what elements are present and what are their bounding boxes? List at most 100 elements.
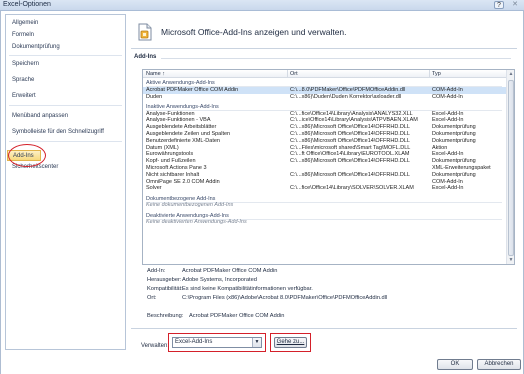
scroll-down-arrow-icon[interactable]: ▼ bbox=[507, 256, 514, 264]
list-empty-note: Keine dokumentbezogenen Add-Ins bbox=[143, 202, 507, 209]
addin-type: Dokumentprüfung bbox=[432, 131, 476, 137]
sidebar-item-menueband[interactable]: Menüband anpassen bbox=[7, 111, 124, 122]
sidebar-item-speichern[interactable]: Speichern bbox=[7, 59, 124, 70]
addin-type: Aktion bbox=[432, 144, 448, 151]
list-empty-note: Keine deaktivierten Anwendungs-Add-Ins bbox=[143, 219, 507, 226]
list-item[interactable]: Eurowährungstools C:\...ft Office\Office1… bbox=[143, 151, 507, 158]
scroll-up-arrow-icon[interactable]: ▲ bbox=[507, 70, 514, 78]
addin-type: Dokumentprüfung bbox=[432, 124, 476, 131]
vertical-scrollbar[interactable]: ▲ ▼ bbox=[506, 70, 514, 264]
page-title: Microsoft Office-Add-Ins anzeigen und ve… bbox=[161, 27, 347, 37]
addin-name: Ausgeblendete Zeilen und Spalten bbox=[146, 131, 231, 137]
sidebar-item-allgemein[interactable]: Allgemein bbox=[7, 18, 124, 29]
list-item[interactable]: Analyse-Funktionen - VBA C:\...ice\Office… bbox=[143, 117, 507, 124]
column-divider[interactable] bbox=[429, 70, 430, 78]
window-title: Excel-Optionen bbox=[3, 1, 51, 8]
help-button[interactable]: ? bbox=[494, 1, 504, 9]
addin-name: Nicht sichtbarer Inhalt bbox=[146, 171, 200, 178]
addin-location: C:\...Files\microsoft shared\Smart Tag\M… bbox=[290, 144, 411, 151]
sidebar-divider bbox=[9, 55, 122, 56]
addin-location: C:\...fice\Office14\Library\SOLVER\SOLVE… bbox=[290, 185, 414, 192]
list-header: Name ↑ Ort Typ bbox=[143, 70, 507, 78]
sidebar-item-formeln[interactable]: Formeln bbox=[7, 30, 124, 41]
sidebar-item-dokumentpruefung[interactable]: Dokumentprüfung bbox=[7, 42, 124, 53]
close-button[interactable]: ✕ bbox=[508, 1, 522, 9]
addins-page-icon bbox=[138, 23, 152, 41]
addin-name: Analyse-Funktionen bbox=[146, 110, 195, 117]
group-label: Keine deaktivierten Anwendungs-Add-Ins bbox=[146, 219, 247, 226]
addin-type: Dokumentprüfung bbox=[432, 158, 476, 165]
list-item[interactable]: Datum (XML) C:\...Files\microsoft shared\… bbox=[143, 145, 507, 152]
list-item[interactable]: Analyse-Funktionen C:\...fice\Office14\Li… bbox=[143, 111, 507, 118]
addin-name: Solver bbox=[146, 185, 162, 192]
list-item[interactable]: Acrobat PDFMaker Office COM Addin C:\...8… bbox=[143, 86, 507, 94]
list-item[interactable]: Kopf- und Fußzeilen C:\...x86)\Microsoft … bbox=[143, 158, 507, 165]
title-bar: Excel-Optionen ? ✕ bbox=[0, 0, 524, 11]
list-group-header: Deaktivierte Anwendungs-Add-Ins bbox=[143, 213, 507, 220]
detail-value-description: Acrobat PDFMaker Office COM Addin bbox=[189, 313, 285, 319]
addin-location: C:\...x86)\Microsoft Office\Office14\OFF… bbox=[290, 158, 410, 165]
detail-value-publisher: Adobe Systems, Incorporated bbox=[182, 277, 257, 283]
addin-name: Datum (XML) bbox=[146, 144, 179, 151]
list-item[interactable]: Ausgeblendete Arbeitsblätter C:\...x86)\M… bbox=[143, 124, 507, 131]
sidebar-divider bbox=[9, 141, 122, 142]
addin-type: Excel-Add-In bbox=[432, 117, 464, 124]
group-label: Keine dokumentbezogenen Add-Ins bbox=[146, 202, 234, 209]
addin-name: Benutzerdefinierte XML-Daten bbox=[146, 137, 220, 144]
list-item[interactable]: Nicht sichtbarer Inhalt C:\...x86)\Micros… bbox=[143, 172, 507, 179]
group-label: Inaktive Anwendungs-Add-Ins bbox=[146, 103, 219, 110]
group-label: Aktive Anwendungs-Add-Ins bbox=[146, 80, 215, 86]
addin-type: Excel-Add-In bbox=[432, 110, 464, 117]
sidebar-item-sprache[interactable]: Sprache bbox=[7, 75, 124, 86]
addin-location: C:\...x86)\Microsoft Office\Office14\OFF… bbox=[290, 137, 410, 144]
detail-label-description: Beschreibung: bbox=[147, 313, 184, 319]
scroll-thumb[interactable] bbox=[508, 80, 514, 256]
highlight-box-go bbox=[270, 333, 311, 352]
highlight-box-dropdown bbox=[168, 333, 266, 352]
addin-type: COM-Add-In bbox=[432, 178, 463, 185]
column-divider[interactable] bbox=[287, 70, 288, 78]
detail-label-compat: Kompatibilität: bbox=[147, 286, 183, 292]
addin-location: C:\...ft Office\Office14\Library\EUROTOO… bbox=[290, 151, 410, 158]
list-group-header: Inaktive Anwendungs-Add-Ins bbox=[143, 104, 507, 111]
detail-value-compat: Es sind keine Kompatibilitätinformatione… bbox=[182, 286, 313, 292]
list-item[interactable]: Benutzerdefinierte XML-Daten C:\...x86)\M… bbox=[143, 138, 507, 145]
section-divider bbox=[161, 58, 511, 59]
list-item[interactable]: Solver C:\...fice\Office14\Library\SOLVER… bbox=[143, 185, 507, 192]
addin-type: COM-Add-In bbox=[432, 86, 463, 93]
column-header-name[interactable]: Name ↑ bbox=[146, 71, 165, 77]
addin-location: C:\...x86)\Microsoft Office\Office14\OFF… bbox=[290, 131, 410, 137]
list-group-header: Dokumentbezogene Add-Ins bbox=[143, 196, 507, 203]
list-group-header: Aktive Anwendungs-Add-Ins bbox=[143, 80, 507, 87]
highlight-ellipse bbox=[8, 144, 46, 167]
main-panel: Microsoft Office-Add-Ins anzeigen und ve… bbox=[131, 14, 517, 352]
addin-name: Duden bbox=[146, 93, 163, 100]
addin-location: C:\...fice\Office14\Library\Analysis\ANA… bbox=[290, 110, 413, 117]
addins-list[interactable]: Name ↑ Ort Typ Aktive Anwendungs-Add-Ins… bbox=[142, 69, 515, 265]
addin-type: XML-Erweiterungspaket bbox=[432, 165, 491, 171]
ok-button[interactable]: OK bbox=[437, 359, 473, 370]
addin-name: OmniPage SE 2.0 COM Addin bbox=[146, 178, 220, 185]
sidebar-item-schnellzugriff[interactable]: Symbolleiste für den Schnellzugriff bbox=[7, 127, 124, 138]
addin-type: COM-Add-In bbox=[432, 93, 463, 100]
addin-type: Excel-Add-In bbox=[432, 151, 464, 158]
list-item[interactable]: Microsoft Actions Pane 3 XML-Erweiterungs… bbox=[143, 165, 507, 172]
manage-divider bbox=[131, 328, 517, 329]
addin-location: C:\...x86)\Microsoft Office\Office14\OFF… bbox=[290, 171, 410, 178]
manage-label: Verwalten: bbox=[141, 343, 170, 349]
main-header: Microsoft Office-Add-Ins anzeigen und ve… bbox=[131, 14, 517, 49]
column-header-location[interactable]: Ort bbox=[290, 71, 298, 77]
group-label: Deaktivierte Anwendungs-Add-Ins bbox=[146, 212, 229, 219]
list-item[interactable]: OmniPage SE 2.0 COM Addin COM-Add-In bbox=[143, 179, 507, 186]
cancel-button[interactable]: Abbrechen bbox=[477, 359, 521, 370]
detail-label-location: Ort: bbox=[147, 295, 157, 301]
dialog-footer: OK Abbrechen bbox=[1, 355, 523, 374]
addin-location: C:\...x86)\Duden\Duden Korrektor\axloade… bbox=[290, 93, 402, 100]
detail-label-publisher: Herausgeber: bbox=[147, 277, 182, 283]
column-header-type[interactable]: Typ bbox=[432, 71, 441, 77]
list-item[interactable]: Duden C:\...x86)\Duden\Duden Korrektor\ax… bbox=[143, 94, 507, 101]
list-item[interactable]: Ausgeblendete Zeilen und Spalten C:\...x8… bbox=[143, 131, 507, 138]
sidebar: Allgemein Formeln Dokumentprüfung Speich… bbox=[5, 14, 126, 350]
addins-section-title: Add-Ins bbox=[134, 54, 157, 60]
sidebar-item-erweitert[interactable]: Erweitert bbox=[7, 91, 124, 102]
